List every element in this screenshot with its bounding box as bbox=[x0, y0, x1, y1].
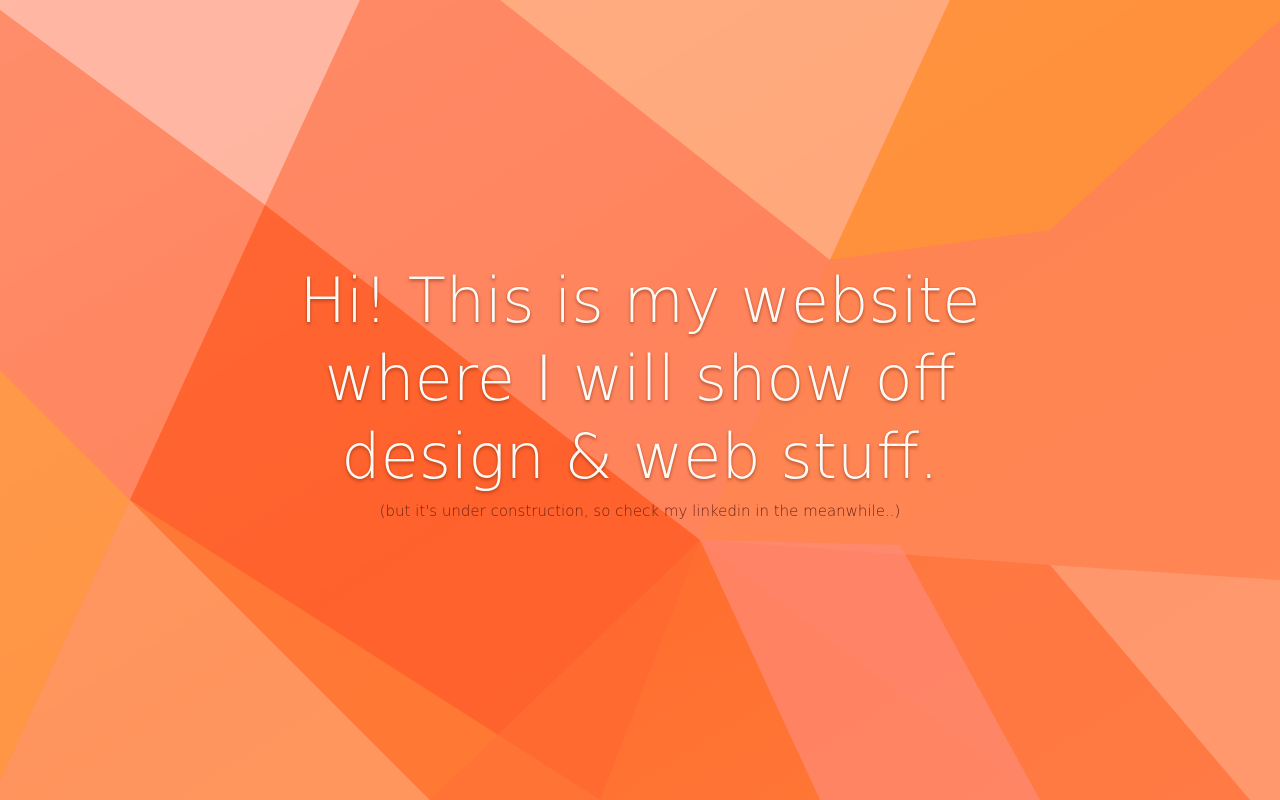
headline-line-1: Hi! This is my website bbox=[299, 264, 981, 337]
headline: Hi! This is my website where I will show… bbox=[0, 262, 1280, 496]
headline-line-2: where I will show off bbox=[324, 342, 956, 415]
hero-section: Hi! This is my website where I will show… bbox=[0, 262, 1280, 520]
construction-note: (but it's under construction, so check m… bbox=[379, 502, 901, 520]
headline-line-3: design & web stuff. bbox=[341, 420, 939, 493]
